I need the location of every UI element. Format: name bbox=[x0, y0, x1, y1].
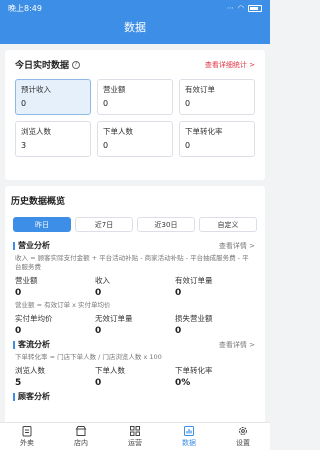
stat-label: 下单人数 bbox=[95, 366, 125, 375]
metric-value: 0 bbox=[21, 99, 27, 108]
stat-avg-paid-price: 实付单均价 0 bbox=[15, 313, 95, 336]
history-title: 历史数据概览 bbox=[11, 197, 66, 207]
stat-revenue: 营业额 0 bbox=[15, 275, 95, 298]
clipboard-icon bbox=[22, 426, 32, 437]
tab-operations[interactable]: 运营 bbox=[108, 423, 162, 450]
stat-label: 营业额 bbox=[15, 276, 38, 285]
customer-analysis-title: 顾客分析 bbox=[13, 391, 50, 402]
metric-value: 0 bbox=[185, 141, 191, 150]
stat-value: 0 bbox=[95, 378, 102, 388]
history-card: 历史数据概览 昨日 近7日 近30日 自定义 营业分析 查看详情 > 收入 = … bbox=[5, 186, 265, 442]
stat-value: 0 bbox=[15, 326, 22, 336]
business-analysis-title: 营业分析 bbox=[13, 240, 50, 251]
metric-label: 营业额 bbox=[103, 85, 126, 94]
tab-last-30-days[interactable]: 近30日 bbox=[137, 217, 195, 232]
stat-label: 损失营业额 bbox=[175, 314, 213, 323]
bottom-tab-bar: 外卖 店内 运营 数据 设置 bbox=[0, 422, 270, 450]
metric-label: 有效订单 bbox=[185, 85, 215, 94]
metric-ordering-users[interactable]: 下单人数 0 bbox=[97, 121, 173, 157]
stat-income: 收入 0 bbox=[95, 275, 175, 298]
tab-label: 外卖 bbox=[20, 439, 34, 447]
metric-label: 浏览人数 bbox=[21, 127, 51, 136]
metric-valid-orders[interactable]: 有效订单 0 bbox=[179, 79, 255, 115]
tab-custom[interactable]: 自定义 bbox=[199, 217, 257, 232]
stat-value: 5 bbox=[15, 378, 22, 388]
metric-label: 下单人数 bbox=[103, 127, 133, 136]
status-bar: 晚上8:49 ⋯ ◠ bbox=[0, 0, 270, 16]
metric-value: 0 bbox=[185, 99, 191, 108]
stat-conversion-rate: 下单转化率 0% bbox=[175, 365, 255, 388]
stat-value: 0 bbox=[175, 326, 182, 336]
business-detail-link[interactable]: 查看详情 > bbox=[219, 241, 255, 251]
realtime-metrics-grid: 预计收入 0 营业额 0 有效订单 0 浏览人数 3 下单人数 0 下单转化率 … bbox=[15, 79, 255, 157]
store-icon bbox=[75, 426, 87, 436]
stat-lost-revenue: 损失营业额 0 bbox=[175, 313, 255, 336]
stat-label: 浏览人数 bbox=[15, 366, 45, 375]
stat-invalid-orders: 无效订单量 0 bbox=[95, 313, 175, 336]
metric-label: 预计收入 bbox=[21, 85, 51, 94]
stat-label: 下单转化率 bbox=[175, 366, 213, 375]
metric-label: 下单转化率 bbox=[185, 127, 223, 136]
income-formula: 收入 = 顾客实际支付金额 + 平台活动补贴 - 商家活动补贴 - 平台抽成服务… bbox=[15, 254, 249, 271]
app-header: 晚上8:49 ⋯ ◠ 数据 bbox=[0, 0, 270, 44]
view-detail-stats-link[interactable]: 查看详细统计 > bbox=[205, 60, 255, 70]
stat-label: 实付单均价 bbox=[15, 314, 53, 323]
tab-takeout[interactable]: 外卖 bbox=[0, 423, 54, 450]
stat-value: 0 bbox=[175, 288, 182, 298]
realtime-title-text: 今日实时数据 bbox=[15, 61, 70, 71]
traffic-analysis-title: 客流分析 bbox=[13, 339, 50, 350]
metric-conversion-rate[interactable]: 下单转化率 0 bbox=[179, 121, 255, 157]
tab-label: 数据 bbox=[182, 439, 196, 447]
realtime-card: 今日实时数据 ? 查看详细统计 > 预计收入 0 营业额 0 有效订单 0 浏览… bbox=[5, 50, 265, 180]
business-row-2: 实付单均价 0 无效订单量 0 损失营业额 0 bbox=[15, 313, 255, 336]
page-title: 数据 bbox=[124, 21, 146, 34]
tab-label: 店内 bbox=[74, 439, 88, 447]
stat-value: 0 bbox=[95, 288, 102, 298]
stat-label: 收入 bbox=[95, 276, 110, 285]
stat-value: 0% bbox=[175, 378, 191, 388]
metric-revenue[interactable]: 营业额 0 bbox=[97, 79, 173, 115]
business-row-1: 营业额 0 收入 0 有效订单量 0 bbox=[15, 275, 255, 298]
status-time: 晚上8:49 bbox=[8, 3, 42, 13]
gear-icon bbox=[239, 427, 247, 435]
metric-value: 0 bbox=[103, 99, 109, 108]
tab-in-store[interactable]: 店内 bbox=[54, 423, 108, 450]
stat-value: 0 bbox=[15, 288, 22, 298]
metric-visitors[interactable]: 浏览人数 3 bbox=[15, 121, 91, 157]
traffic-detail-link[interactable]: 查看详情 > bbox=[219, 340, 255, 350]
revenue-formula: 营业额 = 有效订单 x 实付单均价 bbox=[15, 301, 111, 309]
stat-label: 有效订单量 bbox=[175, 276, 213, 285]
tab-last-7-days[interactable]: 近7日 bbox=[75, 217, 133, 232]
traffic-row: 浏览人数 5 下单人数 0 下单转化率 0% bbox=[15, 365, 255, 388]
battery-icon bbox=[248, 4, 262, 12]
signal-icon: ⋯ bbox=[226, 4, 234, 12]
realtime-title: 今日实时数据 ? bbox=[15, 58, 81, 71]
date-range-tabs: 昨日 近7日 近30日 自定义 bbox=[13, 217, 257, 232]
wifi-icon: ◠ bbox=[237, 4, 244, 12]
stat-valid-order-count: 有效订单量 0 bbox=[175, 275, 255, 298]
tab-label: 设置 bbox=[236, 439, 250, 447]
tab-settings[interactable]: 设置 bbox=[216, 423, 270, 450]
stat-visitors: 浏览人数 5 bbox=[15, 365, 95, 388]
help-icon[interactable]: ? bbox=[72, 60, 81, 69]
stat-ordering-users: 下单人数 0 bbox=[95, 365, 175, 388]
tab-yesterday[interactable]: 昨日 bbox=[13, 217, 71, 232]
conversion-formula: 下单转化率 = 门店下单人数 / 门店浏览人数 x 100 bbox=[15, 353, 162, 361]
grid-icon bbox=[130, 426, 140, 436]
tab-data[interactable]: 数据 bbox=[162, 423, 216, 450]
stat-label: 无效订单量 bbox=[95, 314, 133, 323]
metric-value: 0 bbox=[103, 141, 109, 150]
status-icons: ⋯ ◠ bbox=[227, 4, 262, 12]
chart-icon bbox=[184, 426, 194, 436]
tab-label: 运营 bbox=[128, 439, 142, 447]
metric-expected-income[interactable]: 预计收入 0 bbox=[15, 79, 91, 115]
stat-value: 0 bbox=[95, 326, 102, 336]
metric-value: 3 bbox=[21, 141, 27, 150]
